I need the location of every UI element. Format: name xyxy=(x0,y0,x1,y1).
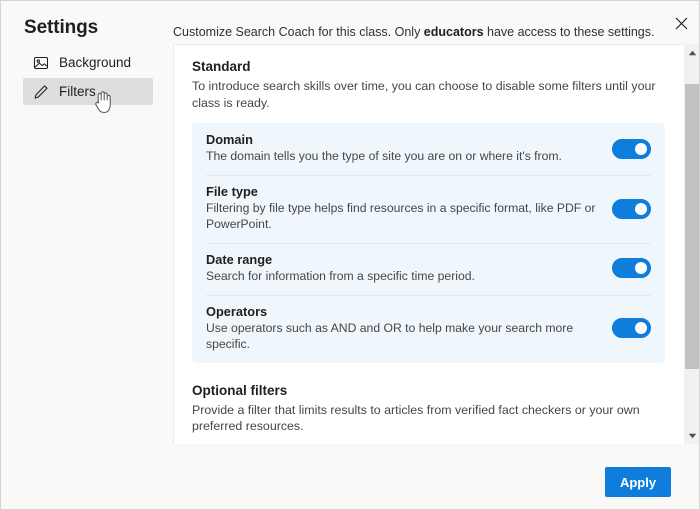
toggle-domain[interactable] xyxy=(612,138,651,159)
vertical-scrollbar[interactable] xyxy=(683,44,699,444)
close-icon xyxy=(675,17,688,33)
section-heading: Optional filters xyxy=(192,382,288,398)
section-standard: Standard To introduce search skills over… xyxy=(192,59,665,363)
header-description-emphasis: educators xyxy=(423,25,484,39)
filter-text-group: Date range Search for information from a… xyxy=(206,252,612,285)
pencil-icon xyxy=(32,83,49,100)
scrollbar-thumb[interactable] xyxy=(685,84,699,369)
filter-description: Filtering by file type helps find resour… xyxy=(206,201,596,232)
filter-name: Operators xyxy=(206,303,268,319)
settings-scroll-region: Standard To introduce search skills over… xyxy=(173,44,683,444)
filter-row-operators: Operators Use operators such as AND and … xyxy=(192,294,665,363)
filter-description: The domain tells you the type of site yo… xyxy=(206,149,562,164)
sidebar-item-label: Filters xyxy=(59,83,96,99)
sidebar-nav: Background Filters xyxy=(23,49,153,107)
toggle-file-type[interactable] xyxy=(612,198,651,219)
page-title: Settings xyxy=(24,17,99,38)
section-description: Provide a filter that limits results to … xyxy=(192,402,640,434)
sidebar-item-background[interactable]: Background xyxy=(23,49,153,76)
filter-name: Domain xyxy=(206,132,253,148)
toggle-operators[interactable] xyxy=(612,318,651,339)
apply-button[interactable]: Apply xyxy=(605,467,671,497)
filter-text-group: Domain The domain tells you the type of … xyxy=(206,132,612,165)
filter-heading-row: File type xyxy=(206,184,602,199)
filter-heading-row: Date range xyxy=(206,252,602,267)
filter-name: File type xyxy=(206,184,258,200)
section-optional-filters: Optional filters Provide a filter that l… xyxy=(192,383,665,444)
close-button[interactable] xyxy=(668,12,694,38)
scroll-down-arrow-icon[interactable] xyxy=(684,427,699,444)
scroll-up-arrow-icon[interactable] xyxy=(684,44,699,61)
header-description-suffix: have access to these settings. xyxy=(483,25,655,39)
toggle-knob xyxy=(635,262,647,275)
settings-dialog: Settings Background Filters Customize Se… xyxy=(0,0,700,510)
main-area: Customize Search Coach for this class. O… xyxy=(168,1,699,509)
standard-filters-card: Domain The domain tells you the type of … xyxy=(192,123,665,363)
sidebar-item-filters[interactable]: Filters xyxy=(23,78,153,105)
filter-name: Date range xyxy=(206,252,273,268)
filter-text-group: File type Filtering by file type helps f… xyxy=(206,184,612,233)
picture-icon xyxy=(32,54,49,71)
filter-heading-row: Domain xyxy=(206,132,602,147)
filter-row-domain: Domain The domain tells you the type of … xyxy=(192,123,665,175)
settings-content: Standard To introduce search skills over… xyxy=(174,45,683,444)
filter-row-date-range: Date range Search for information from a… xyxy=(192,243,665,295)
sidebar: Settings Background Filters xyxy=(1,1,168,509)
filter-heading-row: Operators xyxy=(206,304,602,319)
filter-description: Search for information from a specific t… xyxy=(206,269,475,284)
toggle-date-range[interactable] xyxy=(612,258,651,279)
sidebar-item-label: Background xyxy=(59,54,132,70)
toggle-knob xyxy=(635,142,647,155)
header-description: Customize Search Coach for this class. O… xyxy=(173,25,654,39)
filter-description: Use operators such as AND and OR to help… xyxy=(206,320,574,351)
section-heading: Standard xyxy=(192,59,251,74)
header-description-prefix: Customize Search Coach for this class. O… xyxy=(173,25,424,39)
toggle-knob xyxy=(635,322,647,335)
dialog-footer: Apply xyxy=(168,444,699,509)
section-description: To introduce search skills over time, yo… xyxy=(192,79,656,110)
filter-text-group: Operators Use operators such as AND and … xyxy=(206,304,612,353)
filter-row-file-type: File type Filtering by file type helps f… xyxy=(192,175,665,243)
dialog-header: Customize Search Coach for this class. O… xyxy=(168,1,699,44)
toggle-knob xyxy=(635,202,647,215)
